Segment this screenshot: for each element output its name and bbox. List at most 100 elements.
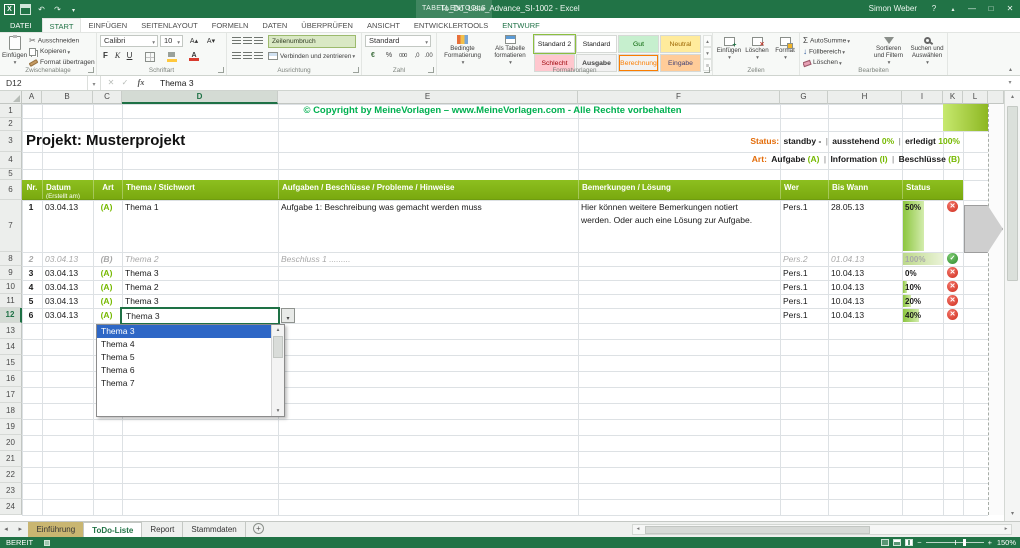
cell-aufgabe[interactable]: Beschluss 1 .........	[278, 252, 578, 266]
select-all-corner[interactable]	[0, 91, 22, 104]
cell-nr[interactable]: 5	[22, 294, 42, 308]
cell-nr[interactable]: 4	[22, 280, 42, 294]
row-header-3[interactable]: 3	[0, 131, 22, 152]
merge-center-button[interactable]: Verbinden und zentrieren	[268, 51, 358, 63]
align-top-icon[interactable]	[232, 37, 241, 45]
bold-button[interactable]: F	[100, 50, 111, 63]
cell-nr[interactable]: 1	[22, 200, 42, 252]
row-header-15[interactable]: 15	[0, 355, 22, 371]
status-open-icon[interactable]: ✕	[947, 281, 958, 292]
thousands-format-icon[interactable]	[396, 50, 410, 62]
cell-wer[interactable]: Pers.1	[780, 200, 828, 252]
add-sheet-button[interactable]	[253, 523, 264, 534]
cell-bis[interactable]: 10.04.13	[828, 308, 902, 323]
cell-wer[interactable]: Pers.1	[780, 280, 828, 294]
row-header-19[interactable]: 19	[0, 419, 22, 435]
column-header-L[interactable]: L	[963, 91, 988, 104]
column-header-H[interactable]: H	[828, 91, 902, 104]
scroll-up-icon[interactable]	[1005, 91, 1020, 104]
row-header-7[interactable]: 7	[0, 200, 22, 252]
page-layout-view-icon[interactable]	[893, 539, 901, 546]
ribbon-tab-entwicklertools[interactable]: ENTWICKLERTOOLS	[407, 18, 495, 32]
ribbon-tab-einfügen[interactable]: EINFÜGEN	[81, 18, 134, 32]
italic-button[interactable]: K	[112, 50, 123, 63]
zoom-slider[interactable]	[926, 542, 984, 543]
name-box[interactable]: D12	[0, 76, 88, 90]
cell-thema[interactable]: Thema 1	[122, 200, 278, 252]
row-header-13[interactable]: 13	[0, 323, 22, 339]
cell-thema[interactable]: Thema 2	[122, 280, 278, 294]
cancel-entry-icon[interactable]	[104, 76, 118, 90]
dialog-launcher-icon[interactable]	[428, 67, 434, 73]
cell-bis[interactable]: 10.04.13	[828, 280, 902, 294]
row-header-1[interactable]: 1	[0, 104, 22, 118]
cell-art[interactable]: (B)	[93, 252, 122, 266]
increase-decimal-icon[interactable]	[412, 50, 422, 62]
row-header-8[interactable]: 8	[0, 252, 22, 266]
cell-dropdown-arrow-button[interactable]	[281, 308, 295, 323]
horizontal-scrollbar[interactable]	[632, 524, 1012, 535]
cell-wer[interactable]: Pers.2	[780, 252, 828, 266]
cell-art[interactable]: (A)	[93, 308, 122, 323]
ribbon-tab-daten[interactable]: DATEN	[255, 18, 294, 32]
borders-button[interactable]	[145, 51, 157, 64]
normal-view-icon[interactable]	[881, 539, 889, 546]
row-header-18[interactable]: 18	[0, 403, 22, 419]
cell-nr[interactable]: 2	[22, 252, 42, 266]
row-header-17[interactable]: 17	[0, 387, 22, 403]
help-icon[interactable]	[928, 0, 940, 18]
column-header-K[interactable]: K	[943, 91, 963, 104]
insert-function-button[interactable]: fx	[134, 76, 148, 90]
scroll-right-icon[interactable]	[1001, 525, 1011, 534]
dropdown-item-thema-5[interactable]: Thema 5	[97, 351, 272, 364]
row-header-16[interactable]: 16	[0, 371, 22, 387]
gallery-down-icon[interactable]	[703, 47, 712, 59]
cell-bis[interactable]: 01.04.13	[828, 252, 902, 266]
quick-access-dropdown-icon[interactable]	[68, 4, 79, 15]
font-color-button[interactable]	[189, 50, 201, 63]
dropdown-scrollbar[interactable]	[271, 325, 284, 416]
macro-record-icon[interactable]	[44, 540, 50, 546]
page-break-view-icon[interactable]	[905, 539, 913, 546]
column-header-D[interactable]: D	[122, 91, 278, 104]
scrollbar-thumb[interactable]	[645, 526, 870, 534]
dropdown-item-thema-7[interactable]: Thema 7	[97, 377, 272, 390]
cell-datum[interactable]: 03.04.13	[42, 280, 93, 294]
cell-status-box[interactable]: 50%	[902, 200, 943, 252]
column-header-G[interactable]: G	[780, 91, 828, 104]
sheet-tab-einführung[interactable]: Einführung	[28, 522, 84, 537]
font-family-select[interactable]: Calibri	[100, 35, 158, 47]
cell-status-box[interactable]: 40%	[902, 308, 943, 323]
formula-content[interactable]: Thema 3	[160, 76, 1000, 90]
column-header-F[interactable]: F	[578, 91, 780, 104]
cell-wer[interactable]: Pers.1	[780, 266, 828, 280]
sheet-tab-stammdaten[interactable]: Stammdaten	[183, 522, 245, 537]
row-header-12[interactable]: 12	[0, 308, 22, 323]
column-header-C[interactable]: C	[93, 91, 122, 104]
cell-bis[interactable]: 28.05.13	[828, 200, 902, 252]
percent-format-icon[interactable]	[384, 50, 394, 62]
close-icon[interactable]	[1004, 0, 1016, 18]
fill-button[interactable]: Füllbereich	[803, 47, 867, 57]
row-header-9[interactable]: 9	[0, 266, 22, 280]
ribbon-tab-datei[interactable]: DATEI	[0, 18, 42, 32]
cell-datum[interactable]: 03.04.13	[42, 308, 93, 323]
style-gut[interactable]: Gut	[618, 35, 659, 53]
row-header-10[interactable]: 10	[0, 280, 22, 294]
undo-icon[interactable]	[36, 4, 47, 15]
minimize-icon[interactable]	[966, 0, 978, 18]
redo-icon[interactable]	[52, 4, 63, 15]
cell-art[interactable]: (A)	[93, 266, 122, 280]
number-format-select[interactable]: Standard	[365, 35, 431, 47]
ribbon-options-icon[interactable]	[947, 0, 959, 19]
save-icon[interactable]	[20, 4, 31, 15]
formula-bar-expand-icon[interactable]	[1004, 76, 1016, 90]
status-done-icon[interactable]: ✓	[947, 253, 958, 264]
column-header-A[interactable]: A	[22, 91, 42, 104]
cell-status-box[interactable]: 10%	[902, 280, 943, 294]
row-header-2[interactable]: 2	[0, 118, 22, 131]
sheet-tab-todo-liste[interactable]: ToDo-Liste	[84, 522, 142, 538]
dialog-launcher-icon[interactable]	[704, 67, 710, 73]
dropdown-item-thema-3[interactable]: Thema 3	[97, 325, 272, 338]
increase-font-icon[interactable]	[186, 35, 202, 48]
